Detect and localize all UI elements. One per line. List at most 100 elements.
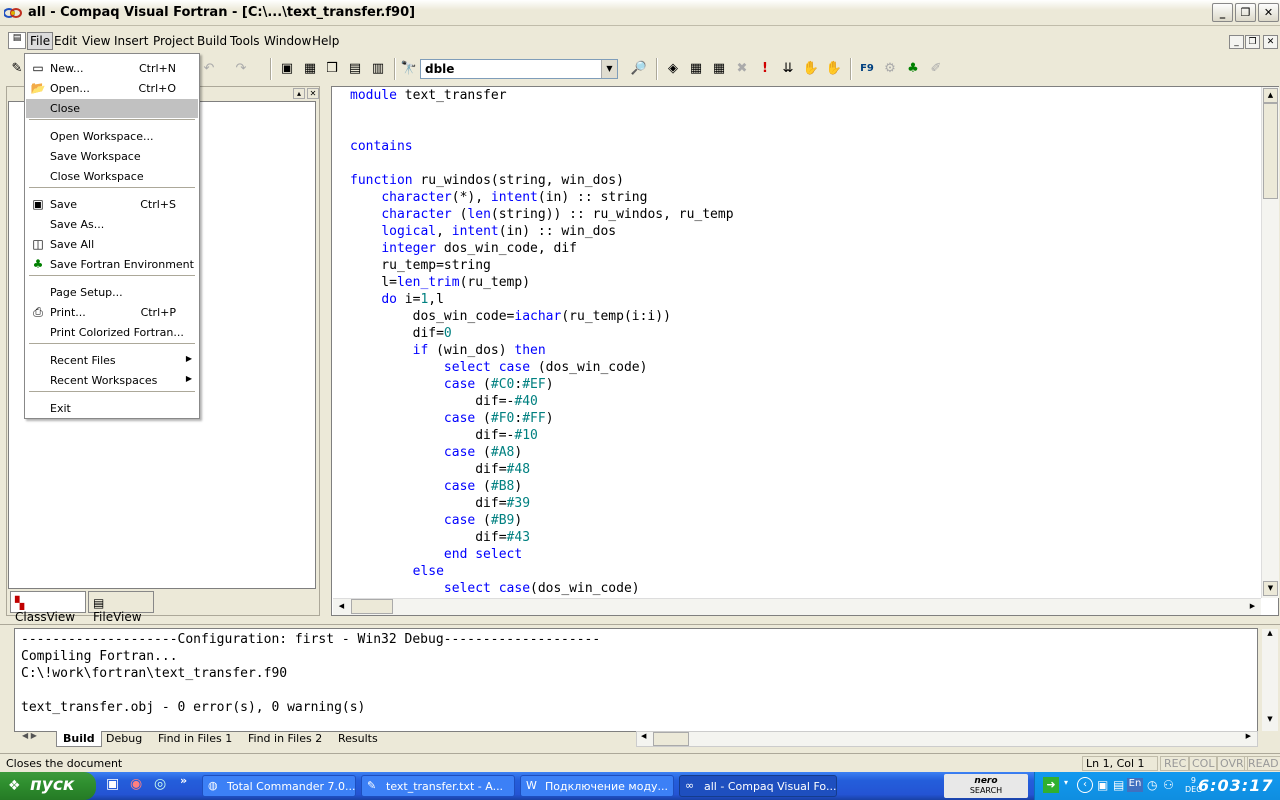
file-menu-item-9[interactable]: ♣ Save Fortran Environment — [26, 255, 198, 274]
tab-fileview[interactable]: ▤ FileView — [88, 591, 154, 624]
output-tab-arrows[interactable]: ◀ ▶ — [22, 731, 52, 747]
breakpoint-icon[interactable]: ✋ — [825, 60, 843, 78]
task-total-commander[interactable]: ◍ Total Commander 7.0... — [202, 775, 356, 797]
find-icon[interactable]: 🔎 — [630, 60, 648, 78]
code-text[interactable]: module text_transfer contains function r… — [350, 87, 734, 597]
mdi-restore-button[interactable]: ❐ — [1245, 35, 1260, 49]
file-menu-dropdown: ▭ New... Ctrl+N 📂 Open... Ctrl+O Close Open Wor… — [24, 53, 200, 419]
menu-project[interactable]: Project — [151, 33, 196, 49]
code-editor[interactable]: module text_transfer contains function r… — [331, 86, 1279, 616]
tab-debug[interactable]: Debug — [100, 731, 148, 747]
tray-clock-icon[interactable]: ◷ — [1147, 778, 1157, 792]
file-menu-item-12[interactable]: Print Colorized Fortran... — [26, 323, 198, 342]
build-icon[interactable]: ▦ — [687, 60, 705, 78]
horizontal-scrollbar[interactable]: ◀ ▶ — [333, 598, 1261, 615]
file-menu-item-1[interactable]: 📂 Open... Ctrl+O — [26, 79, 198, 98]
menu-insert[interactable]: Insert — [112, 33, 150, 49]
vertical-scrollbar[interactable]: ▲ ▼ — [1261, 87, 1279, 598]
windows-list-icon[interactable]: ❒ — [323, 60, 341, 78]
file-menu-item-10[interactable]: Page Setup... — [26, 283, 198, 302]
module-wizard-icon[interactable]: ⚙ — [881, 60, 899, 78]
output-vertical-scrollbar[interactable]: ▲ ▼ — [1262, 629, 1278, 731]
compile-icon[interactable]: ◈ — [664, 60, 682, 78]
find-in-files-icon[interactable]: 🔭 — [400, 60, 418, 78]
start-button[interactable]: ❖ пуск — [0, 772, 96, 800]
menu-tools[interactable]: Tools — [228, 33, 262, 49]
close-window-button[interactable]: ✕ — [1258, 3, 1279, 22]
menu-build[interactable]: Build — [195, 33, 229, 49]
file-menu-item-3[interactable]: Open Workspace... — [26, 127, 198, 146]
redo-icon[interactable]: ↷ — [232, 60, 250, 78]
tab-results[interactable]: Results — [332, 731, 384, 747]
execute-icon[interactable]: ! — [756, 60, 774, 78]
open-folder-icon: 📂 — [30, 81, 46, 95]
scroll-thumb[interactable] — [1263, 103, 1278, 199]
file-menu-item-15[interactable]: Exit — [26, 399, 198, 418]
task-text-transfer[interactable]: ✎ text_transfer.txt - A... — [361, 775, 515, 797]
file-menu-item-0[interactable]: ▭ New... Ctrl+N — [26, 59, 198, 78]
mdi-minimize-button[interactable]: _ — [1229, 35, 1244, 49]
output-window-icon[interactable]: ▦ — [301, 60, 319, 78]
tab-find-in-files-2[interactable]: Find in Files 2 — [242, 731, 328, 747]
tray-app-icon[interactable]: ▣ — [1097, 778, 1108, 792]
nero-search-box[interactable]: nero SEARCH — [944, 774, 1028, 798]
split-horizontal-icon[interactable]: ▤ — [346, 60, 364, 78]
file-menu-item-6[interactable]: ▣ Save Ctrl+S — [26, 195, 198, 214]
output-horizontal-scrollbar[interactable]: ◀ ▶ — [636, 731, 1258, 747]
fortran-app-icon: ∞ — [685, 779, 695, 792]
quicklaunch-browser-icon[interactable]: ◎ — [154, 776, 166, 792]
save-icon: ▣ — [32, 197, 44, 211]
quicklaunch-more-icon[interactable]: » — [180, 774, 187, 787]
quicklaunch-save-icon[interactable]: ▣ — [106, 776, 119, 792]
quicklaunch-app-icon[interactable]: ◉ — [130, 776, 142, 792]
step-into-icon[interactable]: ⇊ — [779, 60, 797, 78]
task-connection[interactable]: W Подключение моду... — [520, 775, 674, 797]
tab-find-in-files-1[interactable]: Find in Files 1 — [152, 731, 238, 747]
tree-icon[interactable]: ♣ — [904, 60, 922, 78]
menu-window[interactable]: Window — [262, 33, 313, 49]
title-bar[interactable]: all - Compaq Visual Fortran - [C:\...\te… — [0, 0, 1280, 26]
document-icon[interactable]: ▤ — [8, 32, 26, 49]
file-menu-item-5[interactable]: Close Workspace — [26, 167, 198, 186]
stop-build-icon[interactable]: ✖ — [733, 60, 751, 78]
undo-icon[interactable]: ↶ — [200, 60, 218, 78]
f90-icon[interactable]: F9 — [858, 60, 876, 78]
pane-maximize-icon[interactable]: ▴ — [293, 88, 305, 99]
minimize-button[interactable]: _ — [1212, 3, 1233, 22]
tool-icon[interactable]: ✐ — [927, 60, 945, 78]
code-line: select case(dos_win_code) — [443, 581, 640, 596]
tray-dropdown-icon[interactable]: ▾ — [1064, 778, 1068, 787]
tab-build[interactable]: Build — [56, 731, 102, 747]
submenu-arrow-icon: ▶ — [185, 354, 192, 363]
menu-help[interactable]: Help — [310, 33, 341, 49]
build-output[interactable]: --------------------Configuration: first… — [14, 628, 1258, 732]
pane-close-icon[interactable]: ✕ — [307, 88, 319, 99]
lang-indicator[interactable]: En — [1127, 778, 1143, 792]
hscroll-thumb[interactable] — [351, 599, 393, 614]
restore-button[interactable]: ❐ — [1235, 3, 1256, 22]
hand-icon[interactable]: ✋ — [802, 60, 820, 78]
file-menu-item-2[interactable]: Close — [26, 99, 198, 118]
file-menu-item-11[interactable]: ⎙ Print... Ctrl+P — [26, 303, 198, 322]
mdi-close-button[interactable]: ✕ — [1263, 35, 1278, 49]
tray-back-icon[interactable]: ‹ — [1077, 777, 1093, 793]
file-menu-label: Recent Workspaces — [50, 374, 158, 387]
rebuild-icon[interactable]: ▦ — [710, 60, 728, 78]
workspace-window-icon[interactable]: ▣ — [278, 60, 296, 78]
find-combo[interactable]: dble ▼ — [420, 59, 618, 79]
menu-view[interactable]: View — [80, 33, 112, 49]
file-menu-item-13[interactable]: Recent Files ▶ — [26, 351, 198, 370]
tray-office-icon[interactable]: ▤ — [1113, 778, 1124, 792]
file-menu-item-7[interactable]: Save As... — [26, 215, 198, 234]
file-menu-item-8[interactable]: ◫ Save All — [26, 235, 198, 254]
tab-classview[interactable]: ▚ ClassView — [10, 591, 86, 624]
split-vertical-icon[interactable]: ▥ — [369, 60, 387, 78]
menu-edit[interactable]: Edit — [52, 33, 79, 49]
menu-file[interactable]: File — [27, 32, 54, 50]
tray-network-icon[interactable]: ⚇ — [1163, 778, 1174, 792]
chevron-down-icon[interactable]: ▼ — [601, 60, 617, 78]
file-menu-item-4[interactable]: Save Workspace — [26, 147, 198, 166]
file-menu-item-14[interactable]: Recent Workspaces ▶ — [26, 371, 198, 390]
go-icon[interactable]: ➜ — [1043, 777, 1059, 793]
task-compaq-fortran[interactable]: ∞ all - Compaq Visual Fo... — [679, 775, 837, 797]
